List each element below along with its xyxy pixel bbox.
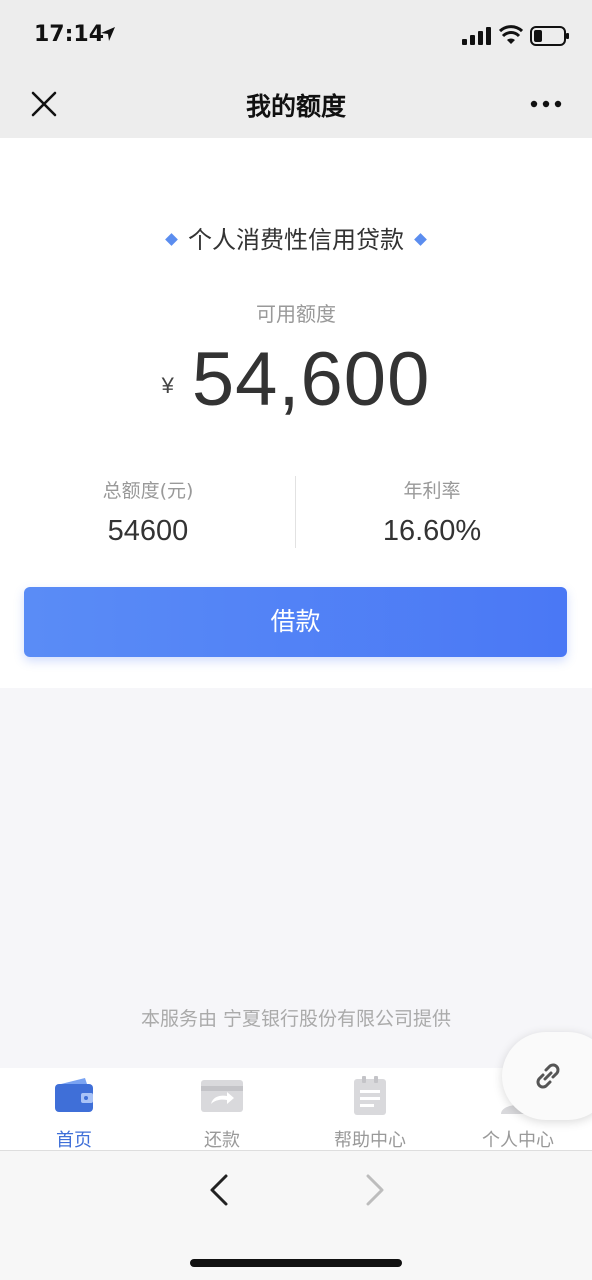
tab-label: 帮助中心 [334,1130,406,1151]
home-indicator [190,1259,402,1267]
repay-card-icon [201,1080,243,1112]
location-arrow-icon [101,27,115,41]
status-time: 17:14 [34,22,105,47]
tab-label: 首页 [56,1130,92,1151]
battery-icon [530,26,569,46]
total-limit-stat: 总额度(元) 54600 [12,476,284,548]
currency-symbol: ¥ [161,373,174,398]
annual-rate-stat: 年利率 16.60% [296,476,568,548]
cellular-signal-icon [462,27,491,45]
available-label: 可用额度 [256,302,336,326]
wifi-icon [499,25,523,44]
total-limit-value: 54600 [107,515,189,547]
credit-limit-card: 个人消费性信用贷款 可用额度 ¥54,600 总额度(元) 54600 年利率 … [0,138,592,688]
clipboard-icon [354,1076,386,1115]
tab-repay[interactable]: 还款 [148,1068,296,1151]
borrow-button[interactable]: 借款 [24,587,567,657]
status-bar: 17:14 [0,0,592,70]
nav-bar: 我的额度 [0,70,592,138]
page-title: 我的额度 [245,92,346,121]
diamond-icon [414,232,427,246]
annual-rate-label: 年利率 [403,480,461,502]
tab-help-center[interactable]: 帮助中心 [296,1068,444,1151]
chevron-right-icon[interactable] [362,1173,388,1207]
available-amount: 54,600 [191,337,431,422]
more-icon[interactable] [530,98,562,110]
provider-note: 本服务由 宁夏银行股份有限公司提供 [140,1008,452,1030]
available-amount-row: ¥54,600 [0,336,592,423]
tab-home[interactable]: 首页 [0,1068,148,1151]
tab-label: 个人中心 [482,1130,554,1151]
wallet-icon [55,1078,93,1112]
total-limit-label: 总额度(元) [102,480,194,502]
annual-rate-value: 16.60% [382,515,482,547]
chevron-left-icon[interactable] [206,1173,232,1207]
product-name: 个人消费性信用贷款 [188,226,404,254]
diamond-icon [165,232,178,246]
tab-label: 还款 [204,1130,240,1151]
link-icon [536,1063,560,1089]
floating-link-button[interactable] [502,1032,592,1120]
browser-toolbar [0,1150,592,1280]
product-title: 个人消费性信用贷款 [0,220,592,255]
